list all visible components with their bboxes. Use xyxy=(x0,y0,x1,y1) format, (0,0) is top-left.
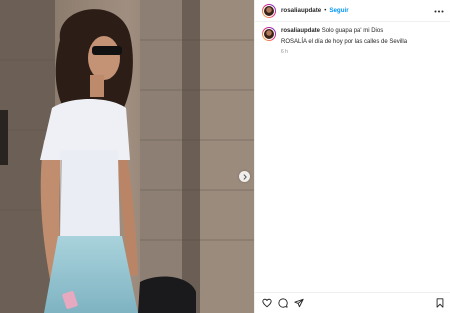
post-image[interactable] xyxy=(0,0,254,313)
post-caption: rosaliaupdate Solo guapa pa' mi Dios ROS… xyxy=(262,27,447,55)
caption-text: Solo guapa pa' mi Dios xyxy=(321,28,384,34)
avatar-image xyxy=(263,28,275,40)
separator-dot: • xyxy=(324,7,327,14)
avatar-image xyxy=(263,4,275,17)
post-side-panel: rosaliaupdate • Seguir rosaliaupdate Sol… xyxy=(254,0,450,313)
save-button[interactable] xyxy=(435,298,445,308)
caption-username[interactable]: rosaliaupdate xyxy=(281,28,320,34)
avatar[interactable] xyxy=(262,3,276,18)
caption-avatar[interactable] xyxy=(262,27,276,41)
next-image-button[interactable] xyxy=(239,171,250,182)
post-timestamp[interactable]: 6 h xyxy=(281,49,441,55)
heart-icon xyxy=(262,298,272,308)
follow-button[interactable]: Seguir xyxy=(329,7,348,14)
caption-description: ROSALÍA el día de hoy por las calles de … xyxy=(281,39,408,45)
post-header: rosaliaupdate • Seguir xyxy=(255,0,450,22)
username-link[interactable]: rosaliaupdate xyxy=(281,7,321,14)
post-actions xyxy=(255,292,450,313)
share-button[interactable] xyxy=(294,298,304,308)
caption-body: rosaliaupdate Solo guapa pa' mi Dios ROS… xyxy=(281,27,441,55)
comment-icon xyxy=(278,298,288,308)
chevron-right-icon xyxy=(243,173,247,180)
caption-line: rosaliaupdate Solo guapa pa' mi Dios xyxy=(281,27,441,35)
like-button[interactable] xyxy=(262,298,272,308)
more-options-button[interactable] xyxy=(434,6,444,16)
instagram-post: rosaliaupdate • Seguir rosaliaupdate Sol… xyxy=(0,0,450,313)
comment-button[interactable] xyxy=(278,298,288,308)
send-icon xyxy=(294,298,304,308)
post-photo xyxy=(0,0,254,313)
bookmark-icon xyxy=(436,298,444,308)
more-horizontal-icon xyxy=(434,10,444,12)
